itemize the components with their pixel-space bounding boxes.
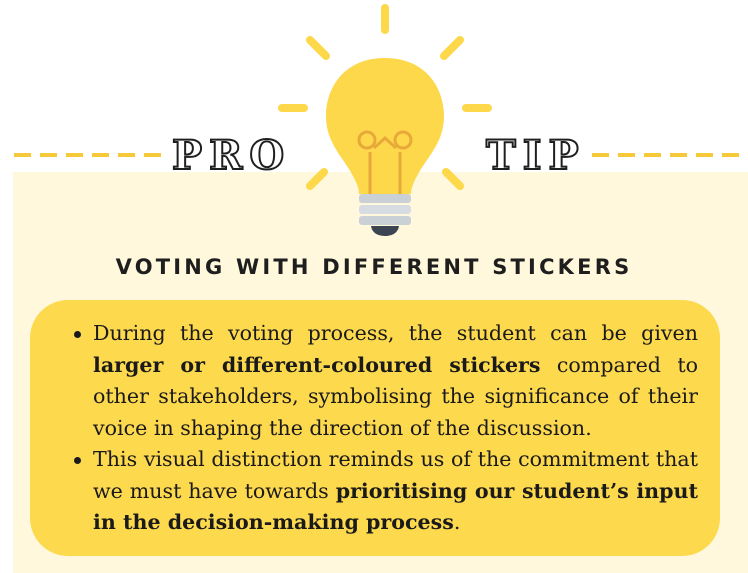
lightbulb-icon [278,4,492,236]
dashed-line-right [592,153,740,157]
tip-subtitle: VOTING WITH DIFFERENT STICKERS [115,255,633,279]
bullet-text: . [453,510,461,534]
dashed-line-left [14,153,166,157]
bullet-bold-text: larger or different-coloured stickers [93,352,541,377]
tip-bullet-list: During the voting process, the student c… [72,318,698,539]
bullet-item: During the voting process, the student c… [72,318,698,444]
bullet-text: During the voting process, the student c… [93,321,698,345]
tip-heading: TIP [485,131,586,180]
bullet-item: This visual distinction reminds us of th… [72,444,698,539]
tip-card: During the voting process, the student c… [30,300,720,556]
